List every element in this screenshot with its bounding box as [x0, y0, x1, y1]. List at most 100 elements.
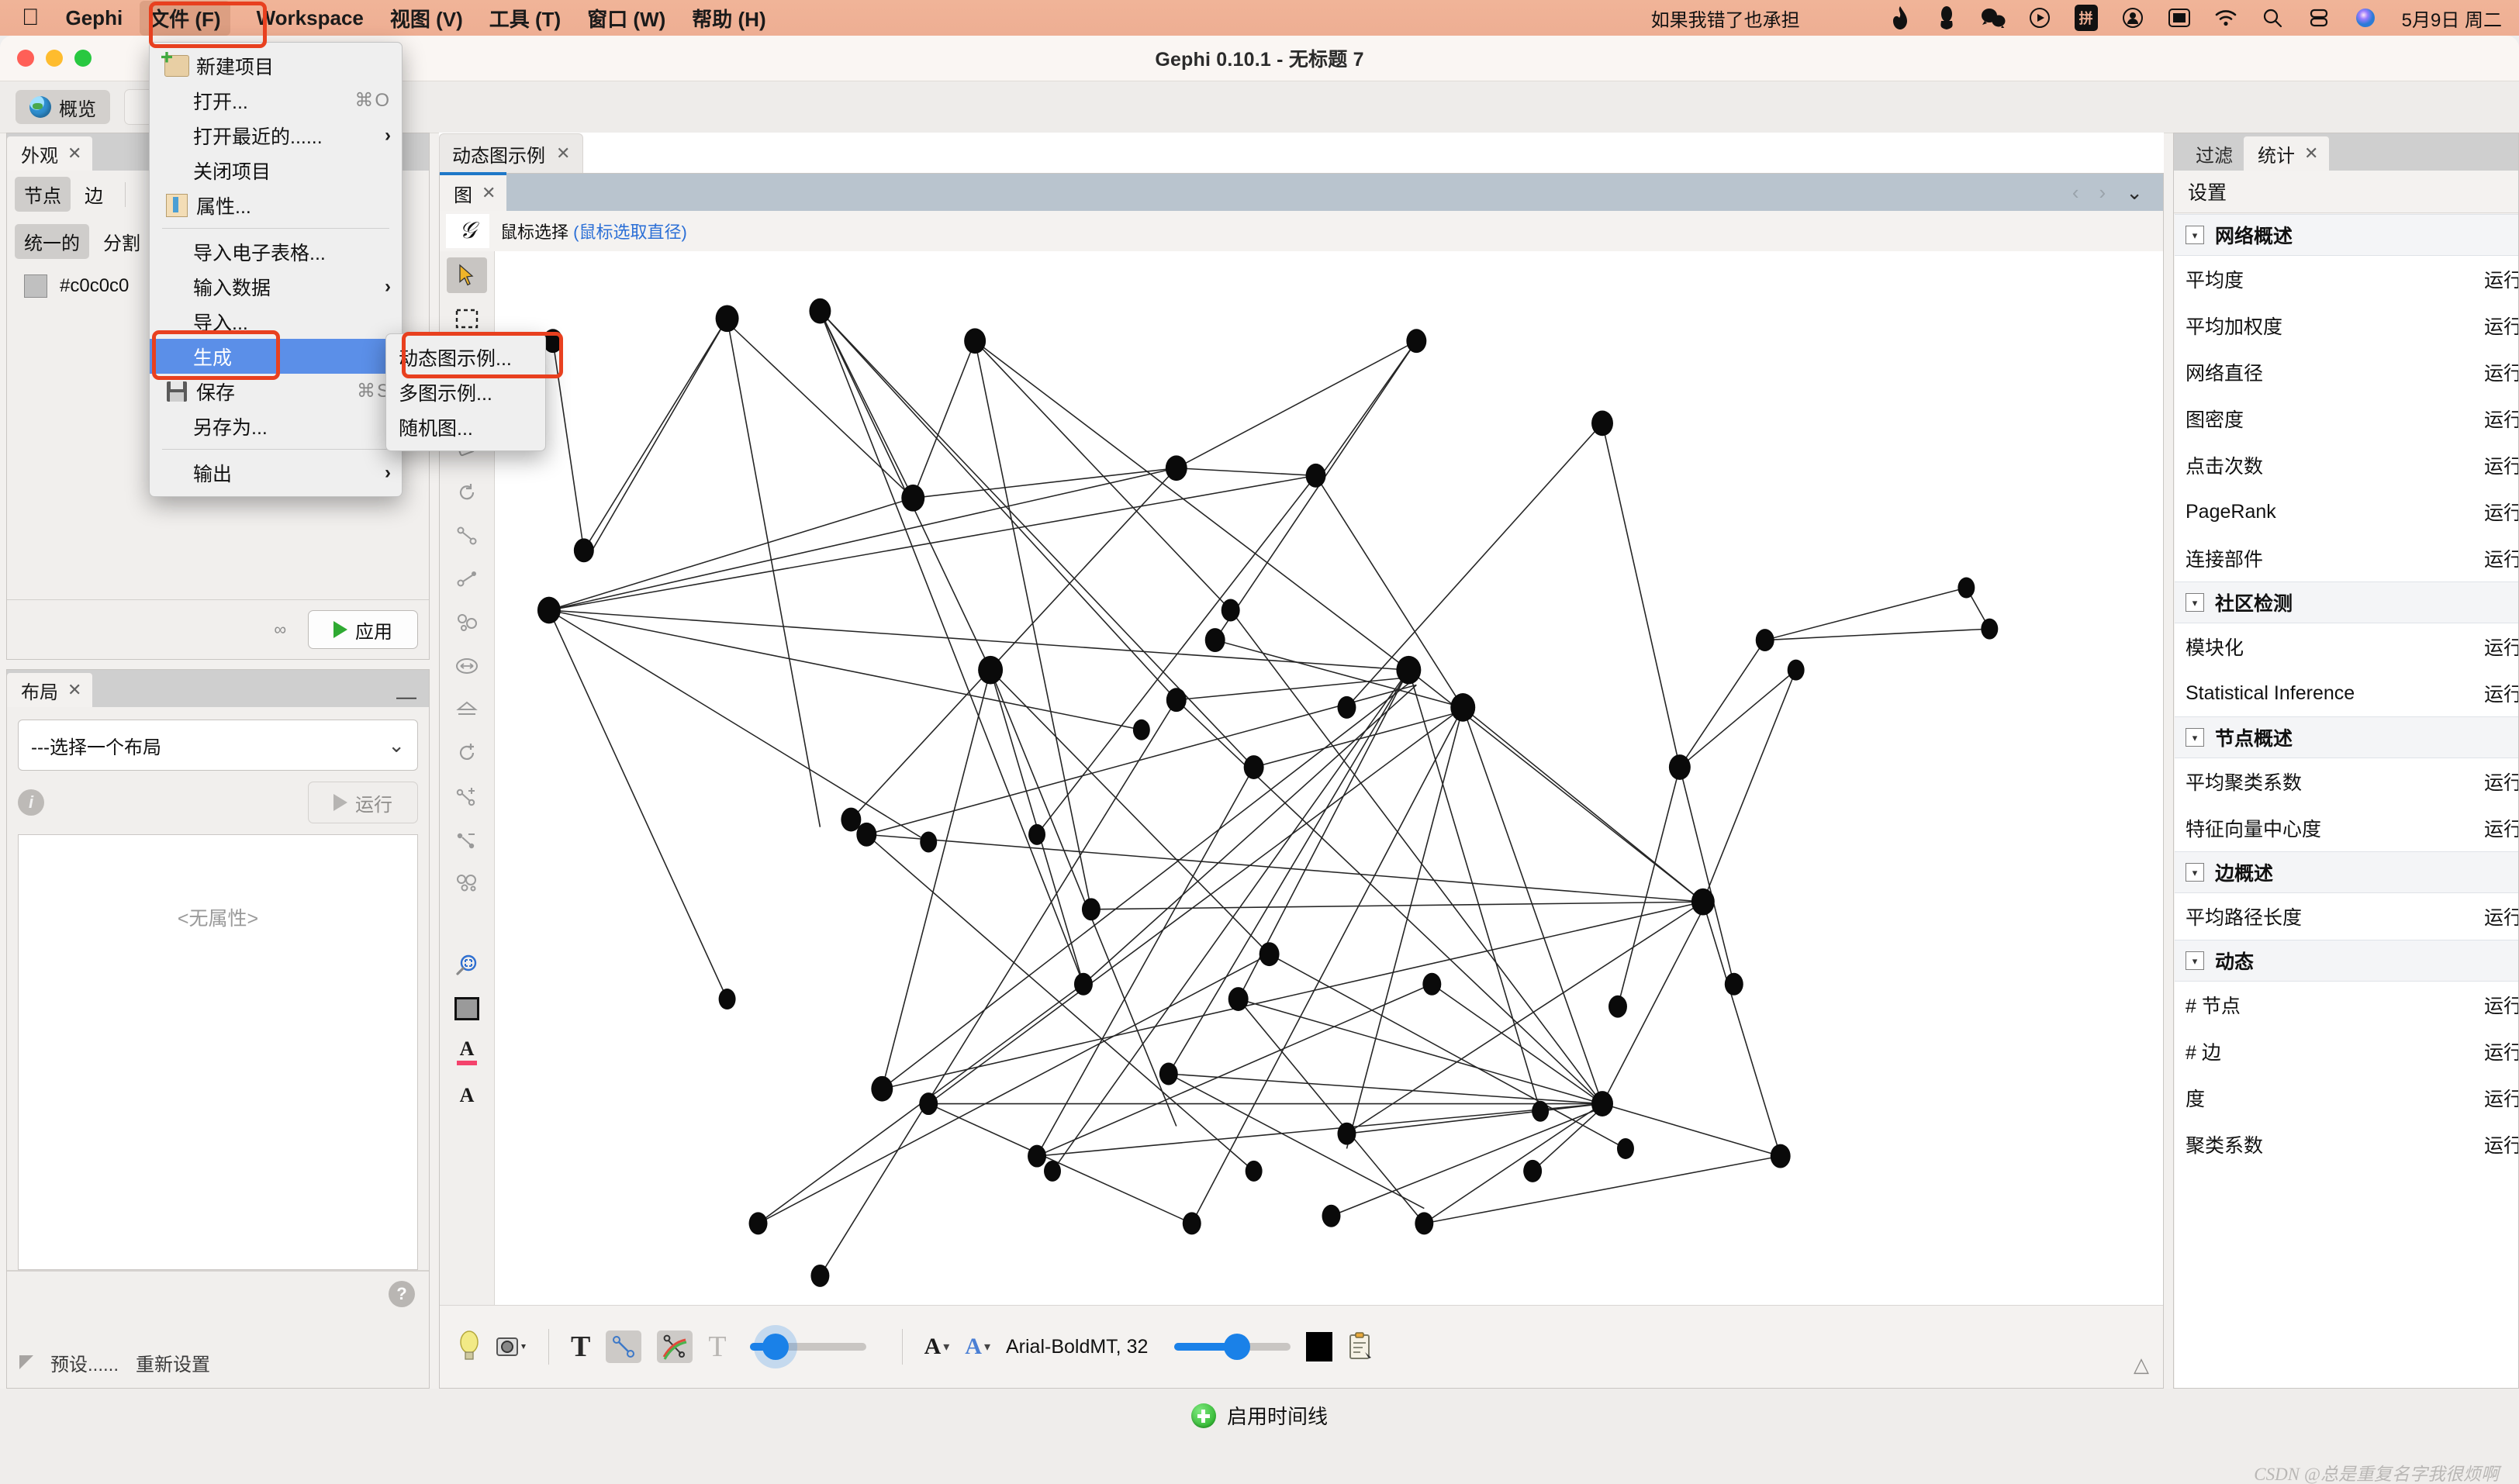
statistics-run-button[interactable]: 运行: [2484, 451, 2518, 479]
wechat-icon[interactable]: [1977, 6, 2009, 29]
menu-save-as[interactable]: 另存为...: [150, 409, 402, 443]
menu-item-tools[interactable]: 工具 (T): [489, 4, 561, 33]
statistics-row[interactable]: # 边 运行: [2175, 1028, 2518, 1075]
play-circle-icon[interactable]: [2023, 6, 2056, 29]
menu-item-window[interactable]: 窗口 (W): [587, 4, 665, 33]
next-tab-icon[interactable]: ›: [2099, 181, 2106, 205]
apple-logo-icon[interactable]: : [22, 6, 40, 29]
statistics-run-button[interactable]: 运行: [2484, 991, 2518, 1019]
statistics-run-button[interactable]: 运行: [2484, 405, 2518, 433]
menu-new-project[interactable]: 新建项目: [150, 48, 402, 83]
user-circle-icon[interactable]: [2116, 6, 2149, 29]
tab-appearance[interactable]: 外观 ✕: [7, 136, 93, 171]
maximize-window-button[interactable]: [74, 50, 92, 67]
control-center-icon[interactable]: [2303, 6, 2335, 29]
siri-icon[interactable]: [2349, 6, 2382, 29]
tab-layout[interactable]: 布局 ✕: [7, 673, 93, 707]
flatten-icon[interactable]: [447, 692, 487, 727]
text-color-a-icon[interactable]: A ▾: [965, 1334, 990, 1360]
statistics-row[interactable]: 平均度 运行: [2175, 256, 2518, 302]
rotate-icon[interactable]: [447, 475, 487, 510]
statistics-row[interactable]: 平均聚类系数 运行: [2175, 758, 2518, 805]
tab-filter[interactable]: 过滤: [2182, 136, 2244, 171]
statistics-row[interactable]: 连接部件 运行: [2175, 535, 2518, 582]
statistics-run-button[interactable]: 运行: [2484, 358, 2518, 386]
shortest-path-icon[interactable]: [447, 518, 487, 554]
statistics-group-header[interactable]: ▾ 动态: [2175, 940, 2518, 982]
flame-icon[interactable]: [1884, 6, 1916, 29]
info-icon[interactable]: i: [18, 789, 44, 816]
statistics-run-button[interactable]: 运行: [2484, 265, 2518, 293]
text-size-icon[interactable]: A: [447, 1078, 487, 1113]
close-icon[interactable]: ✕: [482, 183, 496, 203]
screenshot-icon[interactable]: [496, 1333, 527, 1361]
tab-statistics[interactable]: 统计 ✕: [2244, 136, 2330, 171]
group-icon[interactable]: [447, 865, 487, 901]
statistics-row[interactable]: 平均路径长度 运行: [2175, 893, 2518, 940]
statistics-run-button[interactable]: 运行: [2484, 679, 2518, 707]
close-window-button[interactable]: [17, 50, 34, 67]
qq-penguin-icon[interactable]: [1930, 6, 1963, 29]
menu-open-recent[interactable]: 打开最近的...... ›: [150, 118, 402, 153]
submenu-random-graph[interactable]: 随机图...: [386, 409, 545, 444]
menu-item-file[interactable]: 文件 (F): [140, 0, 230, 36]
statistics-settings-row[interactable]: 设置: [2174, 171, 2518, 213]
minimize-panel-icon[interactable]: —: [396, 686, 416, 706]
twisty-icon[interactable]: ▾: [2186, 863, 2204, 882]
wifi-icon[interactable]: [2210, 6, 2242, 29]
statistics-row[interactable]: # 节点 运行: [2175, 982, 2518, 1028]
graph-status-icon[interactable]: △: [2134, 1353, 2149, 1377]
workspace-tab[interactable]: 动态图示例 ✕: [439, 133, 584, 173]
graph-canvas[interactable]: [495, 251, 2163, 1306]
appearance-target-nodes[interactable]: 节点: [15, 177, 71, 212]
menu-bar-datetime[interactable]: 5月9日 周二: [2402, 5, 2502, 32]
appearance-mode-unique[interactable]: 统一的: [15, 224, 89, 259]
lightbulb-icon[interactable]: [458, 1330, 480, 1364]
heatmap-icon[interactable]: [447, 605, 487, 640]
screen-icon[interactable]: [2163, 6, 2196, 29]
menu-import-spreadsheet[interactable]: 导入电子表格...: [150, 234, 402, 269]
edge-thickness-icon[interactable]: [606, 1330, 642, 1363]
minimize-window-button[interactable]: [46, 50, 63, 67]
statistics-row[interactable]: 度 运行: [2175, 1075, 2518, 1121]
menu-close-project[interactable]: 关闭项目: [150, 153, 402, 188]
edge-color-icon[interactable]: [657, 1330, 693, 1363]
menu-open[interactable]: 打开... ⌘O: [150, 83, 402, 118]
preset-label[interactable]: 预设......: [50, 1349, 119, 1376]
resize-corner-icon[interactable]: [19, 1355, 33, 1369]
statistics-row[interactable]: 图密度 运行: [2175, 395, 2518, 442]
close-icon[interactable]: ✕: [2304, 143, 2318, 164]
appearance-mode-partition[interactable]: 分割: [94, 224, 150, 259]
submenu-dynamic-graph-example[interactable]: 动态图示例...: [386, 340, 545, 374]
window-traffic-lights[interactable]: [17, 50, 92, 67]
statistics-run-button[interactable]: 运行: [2484, 312, 2518, 340]
statistics-row[interactable]: 平均加权度 运行: [2175, 302, 2518, 349]
statistics-group-header[interactable]: ▾ 节点概述: [2175, 716, 2518, 758]
prev-tab-icon[interactable]: ‹: [2072, 181, 2079, 205]
apply-button[interactable]: 应用: [308, 610, 418, 649]
reset-label[interactable]: 重新设置: [136, 1349, 210, 1376]
edge-label-icon[interactable]: T: [708, 1330, 726, 1364]
statistics-run-button[interactable]: 运行: [2484, 1037, 2518, 1065]
twisty-icon[interactable]: ▾: [2186, 593, 2204, 612]
zoom-reset-icon[interactable]: [447, 947, 487, 983]
menu-item-gephi[interactable]: Gephi: [66, 6, 123, 30]
statistics-run-button[interactable]: 运行: [2484, 768, 2518, 795]
statistics-run-button[interactable]: 运行: [2484, 633, 2518, 661]
statistics-row[interactable]: PageRank 运行: [2175, 488, 2518, 535]
circle-plus-icon[interactable]: [447, 735, 487, 771]
expand-icon[interactable]: [447, 648, 487, 684]
close-icon[interactable]: ✕: [556, 143, 570, 164]
edge-pencil-icon[interactable]: [447, 561, 487, 597]
statistics-run-button[interactable]: 运行: [2484, 902, 2518, 930]
font-label[interactable]: Arial-BoldMT, 32: [1006, 1336, 1148, 1358]
statistics-run-button[interactable]: 运行: [2484, 1130, 2518, 1158]
close-icon[interactable]: ✕: [67, 680, 81, 700]
clipboard-icon[interactable]: [1348, 1332, 1374, 1361]
link-icon[interactable]: ∞: [274, 619, 286, 640]
edge-weight-slider[interactable]: [749, 1325, 866, 1368]
twisty-icon[interactable]: ▾: [2186, 226, 2204, 244]
layout-run-button[interactable]: 运行: [308, 782, 418, 823]
menu-properties[interactable]: 属性...: [150, 188, 402, 223]
statistics-group-header[interactable]: ▾ 边概述: [2175, 851, 2518, 893]
